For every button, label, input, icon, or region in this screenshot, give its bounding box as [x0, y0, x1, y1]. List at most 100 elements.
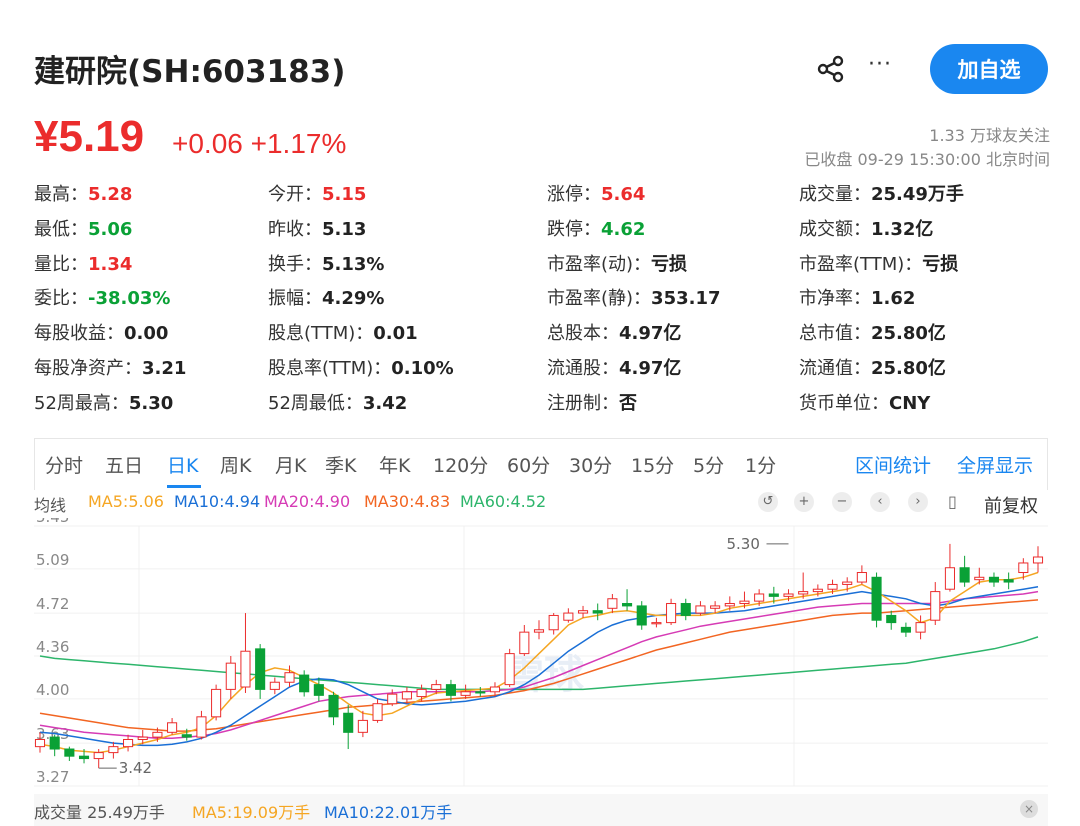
zoom-out-icon[interactable]: − — [832, 492, 852, 512]
tab-period[interactable]: 1分 — [745, 451, 776, 478]
candle-body — [651, 622, 662, 625]
stat-item: 52周最低：3.42 — [268, 389, 407, 415]
candle-body — [900, 626, 911, 633]
tab-period[interactable]: 60分 — [507, 451, 550, 478]
add-watchlist-button[interactable]: 加自选 — [930, 44, 1048, 94]
stat-item: 涨停：5.64 — [547, 180, 645, 206]
annotation-label: 3.42 — [119, 759, 152, 777]
stat-value: -38.03% — [88, 288, 171, 310]
stat-item: 成交额：1.32亿 — [799, 215, 933, 241]
candle-body — [680, 603, 691, 616]
stat-label: 量比： — [34, 253, 88, 275]
candle-body — [577, 610, 589, 614]
range-stats-link[interactable]: 区间统计 — [855, 451, 931, 478]
stat-item: 流通股：4.97亿 — [547, 354, 681, 380]
stat-item: 每股收益：0.00 — [34, 319, 168, 345]
candle-body — [739, 600, 750, 605]
tab-period[interactable]: 年K — [379, 451, 410, 478]
tab-period[interactable]: 季K — [325, 451, 356, 478]
y-tick-label: 4.72 — [36, 595, 69, 613]
stat-item: 成交量：25.49万手 — [799, 180, 964, 206]
stat-label: 昨收： — [268, 218, 322, 240]
stat-label: 最低： — [34, 218, 88, 240]
more-icon[interactable]: ··· — [868, 52, 892, 77]
stat-value: 3.21 — [142, 358, 187, 379]
candle-body — [695, 605, 706, 614]
stat-value: 5.13% — [322, 253, 385, 275]
stat-label: 每股净资产： — [34, 358, 142, 379]
stat-value: 亏损 — [922, 253, 959, 275]
stat-item: 市盈率(静)：353.17 — [547, 284, 721, 310]
candle-body — [167, 722, 178, 733]
tab-period[interactable]: 周K — [220, 451, 251, 478]
candle-body — [622, 603, 633, 607]
candle-body — [49, 736, 60, 750]
reset-icon[interactable]: ↺ — [758, 492, 778, 512]
prev-icon[interactable]: ‹ — [870, 492, 890, 512]
fullscreen-link[interactable]: 全屏显示 — [957, 451, 1033, 478]
stock-title: 建研院(SH:603183) — [34, 54, 346, 90]
tab-period[interactable]: 120分 — [433, 451, 488, 478]
candle-body — [988, 576, 1000, 583]
candle-body — [1003, 579, 1014, 583]
candle-body — [563, 612, 574, 621]
share-icon[interactable] — [816, 54, 846, 84]
stat-value: 3.42 — [362, 392, 408, 414]
candle-body — [64, 748, 75, 757]
volume-legend-item: MA10:22.01万手 — [324, 803, 453, 822]
tab-period[interactable]: 15分 — [631, 451, 674, 478]
tab-period[interactable]: 30分 — [569, 451, 612, 478]
stat-label: 涨停： — [547, 184, 601, 205]
tab-period[interactable]: 分时 — [45, 451, 83, 478]
stat-value: 5.13 — [322, 218, 367, 240]
stat-item: 总市值：25.80亿 — [799, 319, 946, 345]
market-status: 已收盘 09-29 15:30:00 北京时间 — [804, 150, 1050, 169]
annotation-label: 5.30 — [727, 535, 760, 553]
candle-body — [710, 605, 721, 609]
tab-period[interactable]: 5分 — [693, 451, 724, 478]
stat-label: 货币单位： — [799, 392, 889, 414]
y-tick-label: 5.45 — [36, 518, 69, 526]
stat-label: 股息率(TTM)： — [268, 358, 392, 379]
tab-period[interactable]: 日K — [167, 451, 198, 478]
active-tab-underline — [167, 485, 201, 488]
candle-body — [724, 603, 735, 607]
stat-value: 25.80亿 — [871, 358, 946, 379]
stat-item: 总股本：4.97亿 — [547, 319, 681, 345]
kline-chart[interactable]: 5.455.094.724.364.003.633.27雪球5.303.42 — [34, 518, 1048, 794]
candle-type-icon[interactable]: ▯ — [948, 492, 957, 511]
stat-label: 52周最高： — [34, 392, 129, 414]
candle-body — [783, 593, 794, 597]
stat-value: 5.06 — [88, 218, 133, 240]
stat-item: 股息率(TTM)：0.10% — [268, 354, 454, 380]
stat-value: 1.34 — [88, 253, 133, 275]
stat-item: 最低：5.06 — [34, 215, 132, 241]
candle-body — [240, 650, 251, 688]
stat-label: 换手： — [268, 253, 322, 275]
stat-item: 货币单位：CNY — [799, 389, 930, 415]
candle-body — [108, 746, 119, 754]
stat-label: 最高： — [34, 184, 88, 205]
stat-label: 今开： — [268, 184, 322, 205]
adjust-selector[interactable]: 前复权 — [984, 492, 1038, 518]
tab-period[interactable]: 五日 — [105, 451, 143, 478]
candle-body — [357, 719, 368, 733]
follower-count[interactable]: 1.33 万球友关注 — [929, 122, 1050, 146]
next-icon[interactable]: › — [908, 492, 928, 512]
tab-period[interactable]: 月K — [275, 451, 306, 478]
stat-item: 量比：1.34 — [34, 250, 132, 276]
stat-value: 0.10% — [391, 358, 454, 379]
candle-body — [475, 691, 486, 694]
zoom-in-icon[interactable]: + — [794, 492, 814, 512]
stat-value: 5.64 — [601, 184, 646, 205]
candle-body — [431, 684, 442, 690]
stat-label: 市盈率(静)： — [547, 288, 652, 310]
ma-legend-item: 均线 — [34, 496, 67, 515]
close-volume-icon[interactable]: × — [1020, 800, 1038, 818]
candle-body — [827, 583, 838, 590]
candle-body — [886, 614, 897, 624]
current-price: ¥5.19 — [34, 112, 145, 161]
stat-item: 股息(TTM)：0.01 — [268, 319, 418, 345]
stat-value: 25.49万手 — [871, 184, 964, 205]
candle-body — [372, 703, 383, 721]
